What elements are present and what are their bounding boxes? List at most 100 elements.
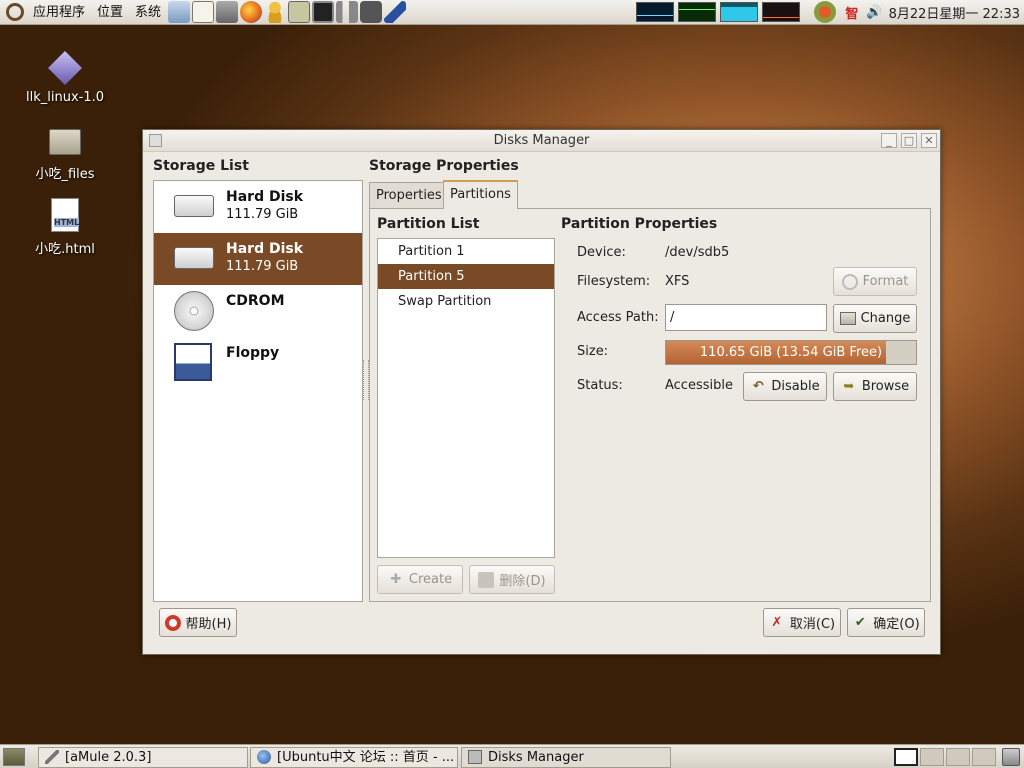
disable-button[interactable]: ↶ Disable	[743, 372, 827, 401]
disk-graph	[762, 2, 801, 22]
access-path-input[interactable]	[665, 304, 827, 331]
ok-button[interactable]: ✔ 确定(O)	[847, 608, 925, 637]
desktop-icon-files-folder[interactable]: 小吃_files	[15, 129, 115, 182]
storage-item-name: CDROM	[226, 293, 285, 309]
desktop-icon-label: 小吃.html	[35, 242, 95, 257]
volume-icon[interactable]: 🔊	[866, 5, 882, 20]
task-amule[interactable]: [aMule 2.0.3]	[38, 747, 248, 768]
maximize-button[interactable]: □	[901, 133, 917, 148]
notes-launcher-icon[interactable]	[288, 1, 311, 23]
device-value: /dev/sdb5	[665, 245, 730, 260]
browse-button[interactable]: ➥ Browse	[833, 372, 917, 401]
desktop-icon-html-file[interactable]: HTML 小吃.html	[15, 198, 115, 257]
globe-icon	[257, 750, 271, 764]
bird-launcher-icon[interactable]	[384, 1, 407, 23]
storage-item-name: Hard Disk	[226, 241, 304, 257]
mail-launcher-icon[interactable]	[168, 1, 191, 23]
storage-item-floppy[interactable]: Floppy	[154, 337, 362, 389]
storage-item-cdrom[interactable]: CDROM	[154, 285, 362, 337]
desktop-icon-label: 小吃_files	[35, 167, 95, 182]
package-icon	[48, 51, 82, 85]
filesystem-label: Filesystem:	[577, 274, 651, 289]
cancel-button[interactable]: ✗ 取消(C)	[763, 608, 841, 637]
ubuntu-logo-icon[interactable]	[6, 3, 24, 21]
folder-icon	[49, 129, 81, 155]
change-button-label: Change	[860, 311, 911, 326]
task-label: [aMule 2.0.3]	[65, 750, 152, 765]
partition-item-swap[interactable]: Swap Partition	[378, 289, 554, 314]
partition-properties-heading: Partition Properties	[561, 216, 718, 232]
add-icon: ✚	[390, 571, 402, 587]
format-icon	[841, 273, 858, 290]
storage-item-name: Hard Disk	[226, 189, 304, 205]
task-disks-manager[interactable]: Disks Manager	[461, 747, 671, 768]
terminal-launcher-icon[interactable]	[312, 1, 335, 23]
size-label: Size:	[577, 344, 609, 359]
show-desktop-button[interactable]	[3, 748, 25, 766]
cpu-graph	[636, 2, 675, 22]
amule-icon	[45, 750, 59, 764]
delete-button[interactable]: 删除(D)	[469, 565, 555, 594]
camera-launcher-icon[interactable]	[360, 1, 383, 23]
storage-list-heading: Storage List	[153, 158, 249, 174]
workspace-3[interactable]	[946, 748, 970, 766]
storage-item-size: 111.79 GiB	[226, 259, 299, 274]
bottom-panel: [aMule 2.0.3] [Ubuntu中文 论坛 :: 首页 - ... D…	[0, 744, 1024, 768]
storage-item-harddisk-2[interactable]: Hard Disk 111.79 GiB	[154, 233, 362, 285]
format-button[interactable]: Format	[833, 267, 917, 296]
ok-check-icon: ✔	[854, 614, 866, 630]
menu-places[interactable]: 位置	[91, 0, 129, 25]
size-usage-bar: 110.65 GiB (13.54 GiB Free)	[665, 340, 917, 365]
workspace-2[interactable]	[920, 748, 944, 766]
format-button-label: Format	[862, 274, 909, 289]
window-menu-icon[interactable]	[149, 134, 162, 147]
ok-button-label: 确定(O)	[873, 617, 920, 632]
tab-partitions[interactable]: Partitions	[443, 180, 518, 209]
partition-item-1[interactable]: Partition 1	[378, 239, 554, 264]
tab-properties[interactable]: Properties	[369, 182, 449, 209]
help-button-label: 帮助(H)	[185, 617, 232, 632]
filesystem-value: XFS	[665, 274, 690, 289]
change-button[interactable]: Change	[833, 304, 917, 333]
menu-applications[interactable]: 应用程序	[27, 0, 91, 25]
desktop-icon-label: llk_linux-1.0	[25, 90, 104, 105]
harddisk-icon	[174, 247, 214, 269]
update-notifier-icon[interactable]	[814, 1, 837, 23]
close-button[interactable]: ✕	[921, 133, 937, 148]
task-firefox[interactable]: [Ubuntu中文 论坛 :: 首页 - ...	[250, 747, 458, 768]
storage-item-name: Floppy	[226, 345, 280, 361]
workspace-1[interactable]	[894, 748, 918, 766]
window-titlebar[interactable]: Disks Manager _ □ ✕	[143, 130, 940, 152]
firefox-launcher-icon[interactable]	[240, 1, 263, 23]
network-launcher-icon[interactable]	[336, 1, 359, 23]
browse-icon: ➥	[843, 378, 855, 394]
disks-manager-icon	[468, 750, 482, 764]
cancel-x-icon: ✗	[771, 614, 783, 630]
storage-item-harddisk-1[interactable]: Hard Disk 111.79 GiB	[154, 181, 362, 233]
html-file-icon: HTML	[51, 198, 80, 232]
create-button-label: Create	[408, 572, 453, 587]
input-method-indicator[interactable]: 智	[845, 3, 858, 22]
editor-launcher-icon[interactable]	[192, 1, 215, 23]
browse-button-label: Browse	[861, 379, 910, 394]
cancel-button-label: 取消(C)	[789, 617, 836, 632]
partition-item-5[interactable]: Partition 5	[378, 264, 554, 289]
disks-manager-window: Disks Manager _ □ ✕ Storage List Hard Di…	[142, 129, 941, 655]
desktop-icon-llk[interactable]: llk_linux-1.0	[15, 51, 115, 105]
calculator-launcher-icon[interactable]	[216, 1, 239, 23]
folder-open-icon	[839, 312, 856, 325]
trash-icon[interactable]	[1002, 748, 1020, 766]
partition-list: Partition 1 Partition 5 Swap Partition	[377, 238, 555, 558]
workspace-4[interactable]	[972, 748, 996, 766]
undo-arrow-icon: ↶	[752, 378, 764, 394]
help-button[interactable]: 帮助(H)	[159, 608, 237, 637]
create-button[interactable]: ✚ Create	[377, 565, 463, 594]
memory-graph	[678, 2, 717, 22]
messenger-launcher-icon[interactable]	[264, 1, 287, 23]
minimize-button[interactable]: _	[881, 133, 897, 148]
clock[interactable]: 8月22日星期一 22:33	[889, 3, 1020, 22]
trash-icon	[478, 571, 495, 588]
harddisk-icon	[174, 195, 214, 217]
menu-system[interactable]: 系统	[129, 0, 167, 25]
status-label: Status:	[577, 378, 623, 393]
